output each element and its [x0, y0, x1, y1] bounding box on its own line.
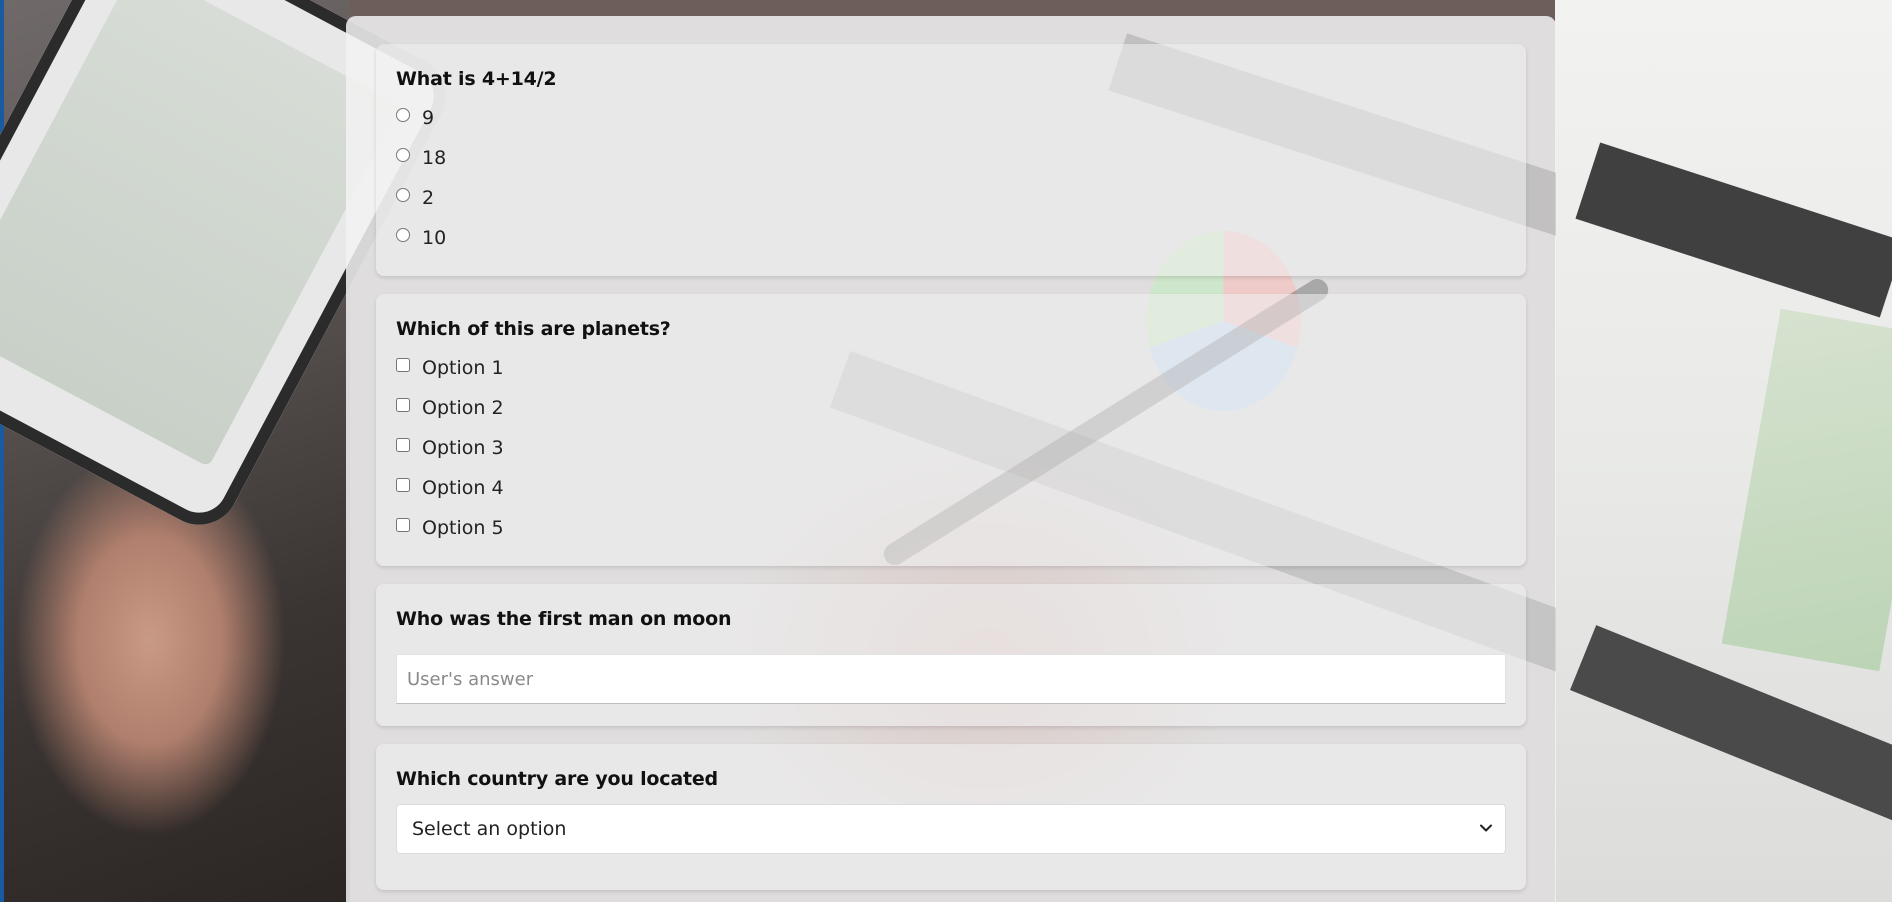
chevron-down-icon [1480, 824, 1492, 832]
checkbox-option[interactable]: Option 5 [396, 508, 1506, 548]
question-card-4: Which country are you located Select an … [376, 744, 1526, 890]
checkbox-option[interactable]: Option 4 [396, 468, 1506, 508]
radio-option[interactable]: 2 [396, 178, 1506, 218]
option-label: Option 5 [422, 517, 504, 539]
checkbox-option[interactable]: Option 2 [396, 388, 1506, 428]
checkbox-option[interactable]: Option 3 [396, 428, 1506, 468]
question-card-3: Who was the first man on moon [376, 584, 1526, 726]
country-select[interactable]: Select an option [396, 804, 1506, 854]
radio-button[interactable] [396, 148, 410, 162]
question-title: Which of this are planets? [396, 318, 671, 340]
radio-button[interactable] [396, 108, 410, 122]
option-label: Option 1 [422, 357, 504, 379]
radio-button[interactable] [396, 188, 410, 202]
option-label: 10 [422, 227, 447, 249]
checkbox[interactable] [396, 398, 410, 412]
option-label: 18 [422, 147, 447, 169]
question-card-1: What is 4+14/2 9 18 2 10 [376, 44, 1526, 276]
checkbox-option[interactable]: Option 1 [396, 348, 1506, 388]
question-card-2: Which of this are planets? Option 1 Opti… [376, 294, 1526, 566]
quiz-form-container: What is 4+14/2 9 18 2 10 Which of this a… [346, 16, 1556, 902]
option-label: Option 3 [422, 437, 504, 459]
question-title: Which country are you located [396, 768, 718, 790]
radio-option[interactable]: 18 [396, 138, 1506, 178]
question-title: What is 4+14/2 [396, 68, 557, 90]
option-label: 2 [422, 187, 435, 209]
select-value: Select an option [412, 818, 567, 840]
checkbox[interactable] [396, 478, 410, 492]
option-label: 9 [422, 107, 435, 129]
question-title: Who was the first man on moon [396, 608, 732, 630]
checkbox[interactable] [396, 518, 410, 532]
radio-button[interactable] [396, 228, 410, 242]
radio-option[interactable]: 9 [396, 98, 1506, 138]
option-label: Option 4 [422, 477, 504, 499]
radio-option[interactable]: 10 [396, 218, 1506, 258]
checkbox[interactable] [396, 438, 410, 452]
quiz-page: What is 4+14/2 9 18 2 10 Which of this a… [0, 0, 1892, 902]
checkbox[interactable] [396, 358, 410, 372]
option-label: Option 2 [422, 397, 504, 419]
answer-text-input[interactable] [396, 654, 1506, 704]
